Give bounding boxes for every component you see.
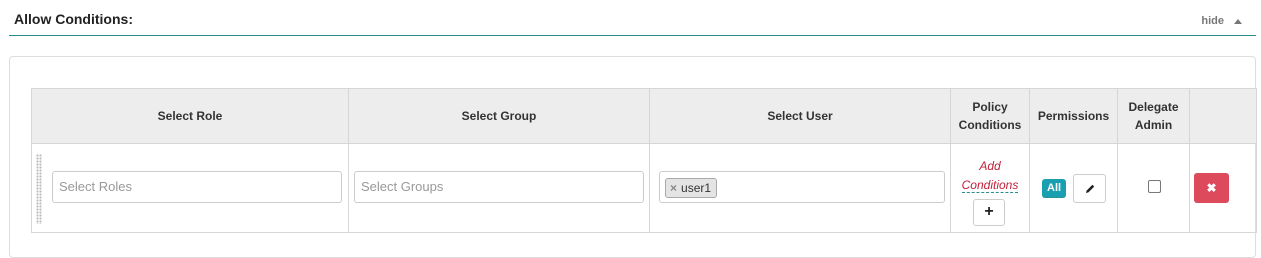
table-header-row: Select Role Select Group Select User Pol… <box>31 88 1257 144</box>
add-conditions-link[interactable]: Add Conditions <box>951 157 1029 195</box>
pencil-icon <box>1085 184 1094 193</box>
select-roles-input[interactable]: Select Roles <box>52 171 342 203</box>
times-icon: ✖ <box>1206 181 1217 195</box>
drag-handle[interactable] <box>36 154 42 224</box>
plus-icon: + <box>984 203 994 220</box>
select-roles-placeholder: Select Roles <box>59 179 132 194</box>
conditions-table: Select Role Select Group Select User Pol… <box>31 88 1257 233</box>
header-policy-conditions: Policy Conditions <box>950 88 1030 144</box>
header-select-group: Select Group <box>348 88 650 144</box>
hide-toggle-label: hide <box>1201 15 1224 27</box>
delegate-admin-checkbox[interactable] <box>1148 180 1161 193</box>
user-tag: × user1 <box>665 178 718 198</box>
add-conditions-line2: Conditions <box>961 178 1019 193</box>
remove-tag-icon[interactable]: × <box>670 179 677 197</box>
policy-conditions-cell: Add Conditions + <box>950 143 1030 233</box>
edit-permissions-button[interactable] <box>1073 174 1106 203</box>
select-groups-placeholder: Select Groups <box>361 179 444 194</box>
caret-up-icon <box>1234 18 1242 24</box>
table-row: Select Roles Select Groups × user1 Add C… <box>31 143 1257 233</box>
header-policy-line1: Policy <box>972 100 1008 114</box>
conditions-panel: Select Role Select Group Select User Pol… <box>9 56 1257 258</box>
permissions-cell: All <box>1029 143 1118 233</box>
add-conditions-line1: Add <box>979 159 1001 173</box>
delegate-admin-cell <box>1117 143 1190 233</box>
header-select-user: Select User <box>649 88 951 144</box>
header-delegate-line2: Admin <box>1134 118 1173 132</box>
header-permissions: Permissions <box>1029 88 1118 144</box>
header-delegate-admin: Delegate Admin <box>1117 88 1190 144</box>
allow-conditions-header: Allow Conditions: hide <box>9 0 1256 36</box>
role-cell: Select Roles <box>31 143 349 233</box>
user-cell: × user1 <box>649 143 951 233</box>
hide-toggle[interactable]: hide <box>1201 15 1242 27</box>
section-title: Allow Conditions: <box>14 11 133 27</box>
select-groups-input[interactable]: Select Groups <box>354 171 644 203</box>
delete-row-button[interactable]: ✖ <box>1194 173 1229 203</box>
add-condition-button[interactable]: + <box>973 199 1005 226</box>
header-actions <box>1189 88 1257 144</box>
select-users-input[interactable]: × user1 <box>659 171 945 203</box>
header-select-role: Select Role <box>31 88 349 144</box>
group-cell: Select Groups <box>348 143 650 233</box>
user-tag-label: user1 <box>681 181 712 195</box>
permission-badge-all[interactable]: All <box>1042 179 1067 198</box>
actions-cell: ✖ <box>1189 143 1257 233</box>
header-policy-line2: Conditions <box>958 118 1022 132</box>
header-delegate-line1: Delegate <box>1128 100 1179 114</box>
